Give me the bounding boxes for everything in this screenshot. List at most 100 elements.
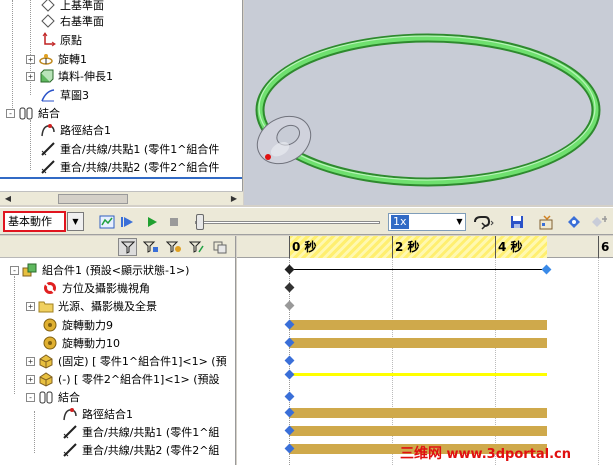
key-point[interactable]: [284, 355, 295, 366]
expand-icon[interactable]: +: [26, 54, 35, 64]
key-point[interactable]: [284, 300, 295, 311]
study-type-select[interactable]: 基本動作: [3, 211, 66, 232]
tree-item-coincident1[interactable]: 重合/共線/共點1 (零件1^組: [62, 423, 219, 441]
stop-icon[interactable]: [165, 213, 182, 230]
tick-label-6: 6 秒: [601, 240, 613, 254]
scroll-left-icon[interactable]: ◀: [2, 193, 14, 205]
path-mate-icon: [62, 406, 78, 422]
tick-mark: [495, 236, 496, 258]
divider: [0, 177, 242, 179]
tick-mark: [598, 236, 599, 258]
playback-slider-thumb[interactable]: [196, 214, 204, 230]
feature-tree: 上基準面 右基準面 原點 + 旋轉1 + 填料-伸長1 草圖3 - 結合 路徑結…: [0, 0, 243, 205]
collapse-icon[interactable]: -: [10, 265, 19, 275]
playback-slider-track[interactable]: [195, 221, 380, 224]
tree-item-label: 旋轉動力9: [62, 319, 113, 332]
key-point[interactable]: [284, 264, 295, 275]
autokey-icon[interactable]: [565, 213, 582, 230]
tree-item-label: 重合/共線/共點2 (零件2^組合件: [60, 161, 220, 174]
tree-item-right-plane[interactable]: 右基準面: [40, 12, 104, 30]
motion-toolbar: 基本動作 ▼ 1x ▼: [0, 207, 613, 235]
tree-item-orientation[interactable]: 方位及攝影機視角: [42, 279, 150, 297]
model-view: [255, 33, 601, 187]
collapse-icon[interactable]: -: [26, 392, 35, 402]
add-key-icon[interactable]: [590, 213, 607, 230]
coincident-icon: [62, 442, 78, 458]
watermark-cn: 三维网: [400, 446, 442, 462]
tree-item-mates[interactable]: - 結合: [6, 104, 60, 122]
tree-item-rotary-motor9[interactable]: 旋轉動力9: [42, 316, 113, 334]
tick-mark: [392, 236, 393, 258]
collapse-all-icon[interactable]: [210, 238, 229, 256]
part2-track[interactable]: [289, 373, 547, 376]
assembly-track: [289, 269, 547, 270]
revolve-icon: [38, 51, 54, 67]
save-animation-icon[interactable]: [508, 213, 525, 230]
mates-icon: [18, 105, 34, 121]
tree-item-label: (-) [ 零件2^組合件1]<1> (預設: [58, 373, 220, 386]
filter-animated-icon[interactable]: [118, 238, 137, 256]
watermark: 三维网 www.3dportal.cn: [400, 443, 571, 463]
scroll-right-icon[interactable]: ▶: [228, 193, 240, 205]
tree-item-part2[interactable]: + (-) [ 零件2^組合件1]<1> (預設: [26, 370, 220, 388]
play-icon[interactable]: [143, 213, 160, 230]
collapse-icon[interactable]: -: [6, 108, 15, 118]
path-mate-bar[interactable]: [289, 408, 547, 418]
tree-item-rotary-motor10[interactable]: 旋轉動力10: [42, 334, 120, 352]
motor9-bar[interactable]: [289, 320, 547, 330]
filter-drive-icon[interactable]: [141, 238, 160, 256]
tick-mark: [289, 236, 290, 258]
tree-item-label: 重合/共線/共點2 (零件2^組: [82, 444, 220, 457]
origin-icon: [40, 32, 56, 48]
tree-item-origin[interactable]: 原點: [40, 31, 82, 49]
tick-label-0: 0 秒: [292, 240, 317, 254]
extrude-icon: [38, 68, 54, 84]
animation-wizard-icon[interactable]: [538, 213, 555, 230]
tree-item-coincident2[interactable]: 重合/共線/共點2 (零件2^組: [62, 441, 219, 459]
expand-icon[interactable]: +: [26, 71, 35, 81]
playback-mode-icon[interactable]: [471, 213, 495, 230]
key-point[interactable]: [284, 391, 295, 402]
tree-item-coincident2[interactable]: 重合/共線/共點2 (零件2^組合件: [40, 158, 219, 176]
expand-icon[interactable]: +: [26, 356, 35, 366]
tree-item-sketch3[interactable]: 草圖3: [40, 86, 89, 104]
tree-item-mates[interactable]: - 結合: [26, 388, 80, 406]
key-point[interactable]: [284, 369, 295, 380]
tree-item-coincident1[interactable]: 重合/共線/共點1 (零件1^組合件: [40, 140, 219, 158]
assembly-icon: [22, 262, 38, 278]
end-key-point[interactable]: [541, 264, 552, 275]
tree-item-label: 旋轉動力10: [62, 337, 120, 350]
graphics-viewport[interactable]: [244, 0, 613, 205]
coincident-icon: [62, 424, 78, 440]
coincident1-bar[interactable]: [289, 426, 547, 436]
tree-item-lights[interactable]: + 光源、攝影機及全景: [26, 297, 157, 315]
dropdown-arrow-icon[interactable]: ▼: [454, 214, 465, 230]
tree-item-label: (固定) [ 零件1^組合件1]<1> (預: [58, 355, 227, 368]
tree-item-label: 填料-伸長1: [58, 70, 113, 83]
timeline-area[interactable]: 0 秒 2 秒 4 秒 6 秒: [237, 236, 613, 465]
filter-selected-icon[interactable]: [164, 238, 183, 256]
horizontal-scrollbar[interactable]: ◀ ▶: [0, 191, 243, 205]
tree-item-extrude1[interactable]: + 填料-伸長1: [26, 67, 113, 85]
tree-item-label: 結合: [38, 107, 60, 120]
tree-item-part1[interactable]: + (固定) [ 零件1^組合件1]<1> (預: [26, 352, 227, 370]
calculate-icon[interactable]: [98, 213, 115, 230]
plane-icon: [40, 13, 56, 29]
tree-item-revolve1[interactable]: + 旋轉1: [26, 50, 87, 68]
expand-icon[interactable]: +: [26, 301, 35, 311]
motor10-bar[interactable]: [289, 338, 547, 348]
orientation-icon: [42, 280, 58, 296]
key-point[interactable]: [284, 282, 295, 293]
tree-item-path-mate1[interactable]: 路徑結合1: [40, 121, 111, 139]
filter-results-icon[interactable]: [187, 238, 206, 256]
dropdown-arrow-icon[interactable]: ▼: [67, 212, 84, 231]
scroll-thumb[interactable]: [58, 194, 128, 204]
tree-item-assembly[interactable]: - 組合件1 (預設<顯示狀態-1>): [10, 261, 189, 279]
tree-item-path-mate1[interactable]: 路徑結合1: [62, 405, 133, 423]
expand-icon[interactable]: +: [26, 374, 35, 384]
mates-icon: [38, 389, 54, 405]
speed-value: 1x: [391, 215, 409, 229]
play-from-start-icon[interactable]: [118, 213, 135, 230]
tick-label-4: 4 秒: [498, 240, 523, 254]
time-ruler[interactable]: 0 秒 2 秒 4 秒 6 秒: [237, 236, 613, 258]
